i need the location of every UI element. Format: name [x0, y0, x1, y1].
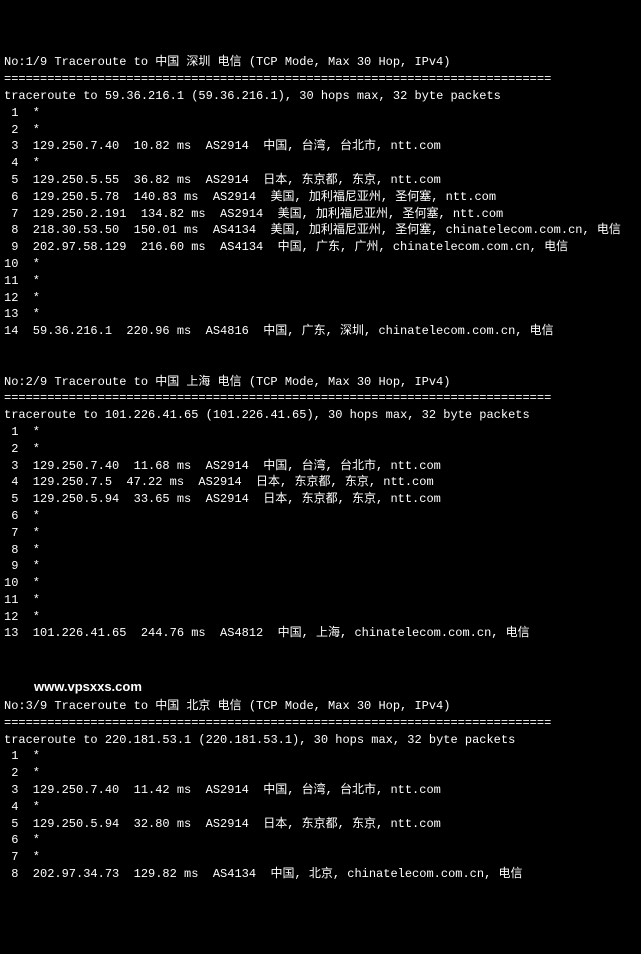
hop-line: 3 129.250.7.40 11.68 ms AS2914 中国, 台湾, 台… [4, 458, 637, 475]
blank-line [4, 659, 637, 676]
hop-line: 9 * [4, 558, 637, 575]
hop-line: 8 * [4, 542, 637, 559]
blank-line [4, 357, 637, 374]
watermark: www.vpsxxs.com [4, 676, 637, 698]
trace-title: No:3/9 Traceroute to 中国 北京 电信 (TCP Mode,… [4, 698, 637, 715]
hop-line: 10 * [4, 256, 637, 273]
hop-line: 4 * [4, 799, 637, 816]
hop-line: 12 * [4, 609, 637, 626]
hop-line: 2 * [4, 765, 637, 782]
hop-line: 5 129.250.5.94 33.65 ms AS2914 日本, 东京都, … [4, 491, 637, 508]
hop-line: 1 * [4, 424, 637, 441]
blank-line [4, 642, 637, 659]
hop-line: 6 * [4, 508, 637, 525]
hop-line: 5 129.250.5.55 36.82 ms AS2914 日本, 东京都, … [4, 172, 637, 189]
hop-line: 12 * [4, 290, 637, 307]
hop-line: 2 * [4, 122, 637, 139]
trace-title: No:1/9 Traceroute to 中国 深圳 电信 (TCP Mode,… [4, 54, 637, 71]
hop-line: 7 * [4, 525, 637, 542]
hop-line: 8 218.30.53.50 150.01 ms AS4134 美国, 加利福尼… [4, 222, 637, 239]
hop-line: 5 129.250.5.94 32.80 ms AS2914 日本, 东京都, … [4, 816, 637, 833]
hop-line: 9 202.97.58.129 216.60 ms AS4134 中国, 广东,… [4, 239, 637, 256]
trace-subtitle: traceroute to 101.226.41.65 (101.226.41.… [4, 407, 637, 424]
separator: ========================================… [4, 390, 637, 407]
hop-line: 13 * [4, 306, 637, 323]
blank-line [4, 340, 637, 357]
hop-line: 2 * [4, 441, 637, 458]
hop-line: 11 * [4, 592, 637, 609]
hop-line: 3 129.250.7.40 11.42 ms AS2914 中国, 台湾, 台… [4, 782, 637, 799]
hop-line: 6 * [4, 832, 637, 849]
hop-line: 8 202.97.34.73 129.82 ms AS4134 中国, 北京, … [4, 866, 637, 883]
hop-line: 1 * [4, 748, 637, 765]
hop-line: 7 129.250.2.191 134.82 ms AS2914 美国, 加利福… [4, 206, 637, 223]
terminal-output: No:1/9 Traceroute to 中国 深圳 电信 (TCP Mode,… [4, 54, 637, 882]
trace-subtitle: traceroute to 220.181.53.1 (220.181.53.1… [4, 732, 637, 749]
hop-line: 7 * [4, 849, 637, 866]
separator: ========================================… [4, 715, 637, 732]
separator: ========================================… [4, 71, 637, 88]
hop-line: 11 * [4, 273, 637, 290]
hop-line: 13 101.226.41.65 244.76 ms AS4812 中国, 上海… [4, 625, 637, 642]
hop-line: 4 * [4, 155, 637, 172]
hop-line: 6 129.250.5.78 140.83 ms AS2914 美国, 加利福尼… [4, 189, 637, 206]
hop-line: 10 * [4, 575, 637, 592]
hop-line: 1 * [4, 105, 637, 122]
hop-line: 3 129.250.7.40 10.82 ms AS2914 中国, 台湾, 台… [4, 138, 637, 155]
hop-line: 4 129.250.7.5 47.22 ms AS2914 日本, 东京都, 东… [4, 474, 637, 491]
trace-title: No:2/9 Traceroute to 中国 上海 电信 (TCP Mode,… [4, 374, 637, 391]
trace-subtitle: traceroute to 59.36.216.1 (59.36.216.1),… [4, 88, 637, 105]
hop-line: 14 59.36.216.1 220.96 ms AS4816 中国, 广东, … [4, 323, 637, 340]
